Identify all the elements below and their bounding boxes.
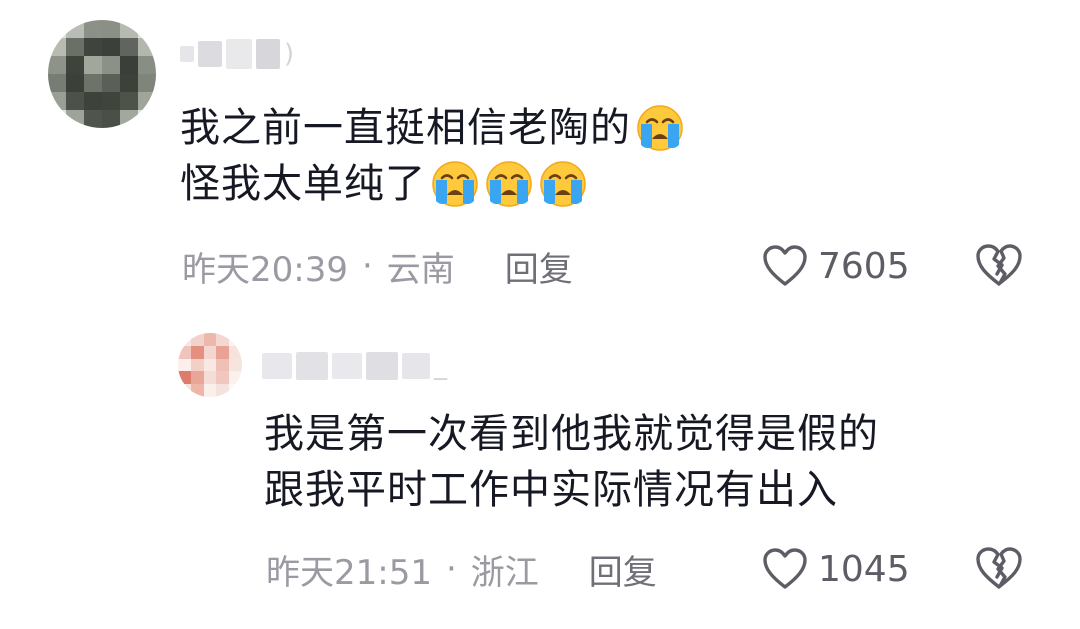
avatar[interactable] <box>48 20 156 128</box>
comment-meta: 昨天20:39 · 云南 回复 <box>182 242 573 290</box>
meta-separator: · <box>445 549 457 589</box>
like-button[interactable]: 1045 <box>762 545 910 593</box>
reply-meta: 昨天21:51 · 浙江 回复 <box>266 545 657 593</box>
username-tail: _ <box>434 351 447 381</box>
reply-button[interactable]: 回复 <box>505 242 573 291</box>
broken-heart-icon[interactable] <box>974 545 1024 591</box>
reply-time: 昨天21:51 <box>266 552 432 593</box>
heart-icon <box>762 547 808 591</box>
comment-text: 我之前一直挺相信老陶的 怪我太单纯了 <box>180 100 685 212</box>
crying-face-icon <box>538 159 588 209</box>
like-count: 7605 <box>818 245 910 287</box>
reply-text: 我是第一次看到他我就觉得是假的 跟我平时工作中实际情况有出入 <box>264 406 879 518</box>
comment-text-line: 我之前一直挺相信老陶的 <box>180 105 631 151</box>
like-count: 1045 <box>818 548 910 590</box>
reply-text-line: 我是第一次看到他我就觉得是假的 <box>264 411 879 457</box>
crying-face-icon <box>484 159 534 209</box>
comment-text-line: 怪我太单纯了 <box>180 161 426 207</box>
reply-text-line: 跟我平时工作中实际情况有出入 <box>264 467 838 513</box>
meta-separator: · <box>361 246 373 286</box>
comment-location: 云南 <box>386 249 455 290</box>
crying-face-icon <box>430 159 480 209</box>
like-button[interactable]: 7605 <box>762 242 910 290</box>
broken-heart-icon[interactable] <box>974 242 1024 288</box>
reply-avatar[interactable] <box>178 333 242 397</box>
username-blurred[interactable]: ) <box>180 34 294 74</box>
comment-time: 昨天20:39 <box>182 249 348 290</box>
heart-icon <box>762 244 808 288</box>
reply-location: 浙江 <box>470 552 539 593</box>
crying-face-icon <box>635 103 685 153</box>
username-tail: ) <box>284 39 295 69</box>
reply-button[interactable]: 回复 <box>589 545 657 594</box>
reply-username-blurred[interactable]: _ <box>262 346 447 386</box>
